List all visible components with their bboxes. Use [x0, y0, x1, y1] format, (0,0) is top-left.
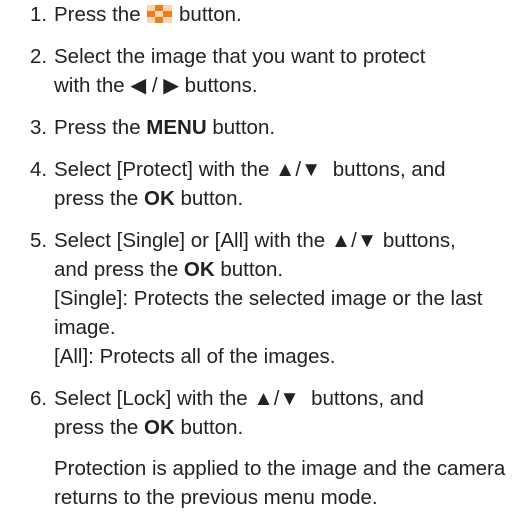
step-text: Press the button.: [54, 0, 520, 29]
step-text-start: Press the: [54, 3, 141, 26]
step-text: Select [Protect] with the ▲/▼ buttons, a…: [54, 155, 520, 213]
step-text-end: button.: [174, 416, 244, 439]
step-4: 4. Select [Protect] with the ▲/▼ buttons…: [30, 155, 520, 213]
step-text-end: button.: [179, 3, 242, 26]
step-text-line2-start: press the: [54, 416, 145, 439]
instruction-page: { "steps": [ { "number": "1.", "before":…: [0, 0, 523, 517]
single-option-note: [Single]: Protects the selected image or…: [54, 287, 483, 339]
step-1: 1. Press the button.: [30, 0, 520, 29]
step-number: 4.: [30, 158, 48, 181]
step-text-middle: buttons,: [377, 229, 456, 252]
step-text-end: button.: [174, 187, 244, 210]
step-text-start: Select [Protect] with the: [54, 158, 276, 181]
step-text-start: Select [Single] or [All] with the: [54, 229, 331, 252]
step-6: 6. Select [Lock] with the ▲/▼ buttons, a…: [30, 384, 520, 512]
ok-button-label: OK: [144, 416, 175, 439]
step-number: 6.: [30, 387, 48, 410]
menu-button-label: MENU: [146, 116, 207, 139]
step-text-line2-start: press the: [54, 187, 145, 210]
step-2: 2. Select the image that you want to pro…: [30, 42, 520, 100]
step-3: 3. Press the MENU button.: [30, 113, 520, 142]
step-text-line1: Select the image that you want to protec…: [54, 45, 426, 68]
step-text-start: Select [Lock] with the: [54, 387, 254, 410]
step-text-middle: buttons, and: [299, 387, 424, 410]
up-down-arrows-icon: ▲/▼: [275, 158, 322, 181]
step-text-end: buttons.: [178, 74, 258, 97]
step-text-start: with the: [54, 74, 131, 97]
step-text: Select the image that you want to protec…: [54, 42, 520, 100]
step-5: 5. Select [Single] or [All] with the ▲/▼…: [30, 226, 520, 371]
step-text-middle: buttons, and: [321, 158, 446, 181]
step-text-line2-start: and press the: [54, 258, 184, 281]
step-number: 5.: [30, 229, 48, 252]
step-number: 1.: [30, 3, 48, 26]
ok-button-label: OK: [144, 187, 175, 210]
step-text-end: button.: [206, 116, 276, 139]
ok-button-label: OK: [183, 258, 215, 281]
all-option-note: [All]: Protects all of the images.: [54, 345, 336, 368]
left-right-arrows-icon: ◀ / ▶: [130, 74, 179, 97]
step-text-start: Press the: [54, 116, 147, 139]
up-down-arrows-icon: ▲/▼: [253, 387, 300, 410]
step-text: Select [Lock] with the ▲/▼ buttons, and p…: [54, 384, 520, 442]
result-text: Protection is applied to the image and t…: [54, 457, 506, 509]
step-text-end: button.: [214, 258, 284, 281]
playback-icon: [147, 5, 173, 23]
step-number: 3.: [30, 116, 48, 139]
instruction-steps: 1. Press the button. 2. Select the image…: [30, 0, 520, 525]
up-down-arrows-icon: ▲/▼: [330, 229, 378, 252]
step-text: Select [Single] or [All] with the ▲/▼ bu…: [54, 226, 520, 284]
step-number: 2.: [30, 45, 48, 68]
step-text: Press the MENU button.: [54, 113, 520, 142]
